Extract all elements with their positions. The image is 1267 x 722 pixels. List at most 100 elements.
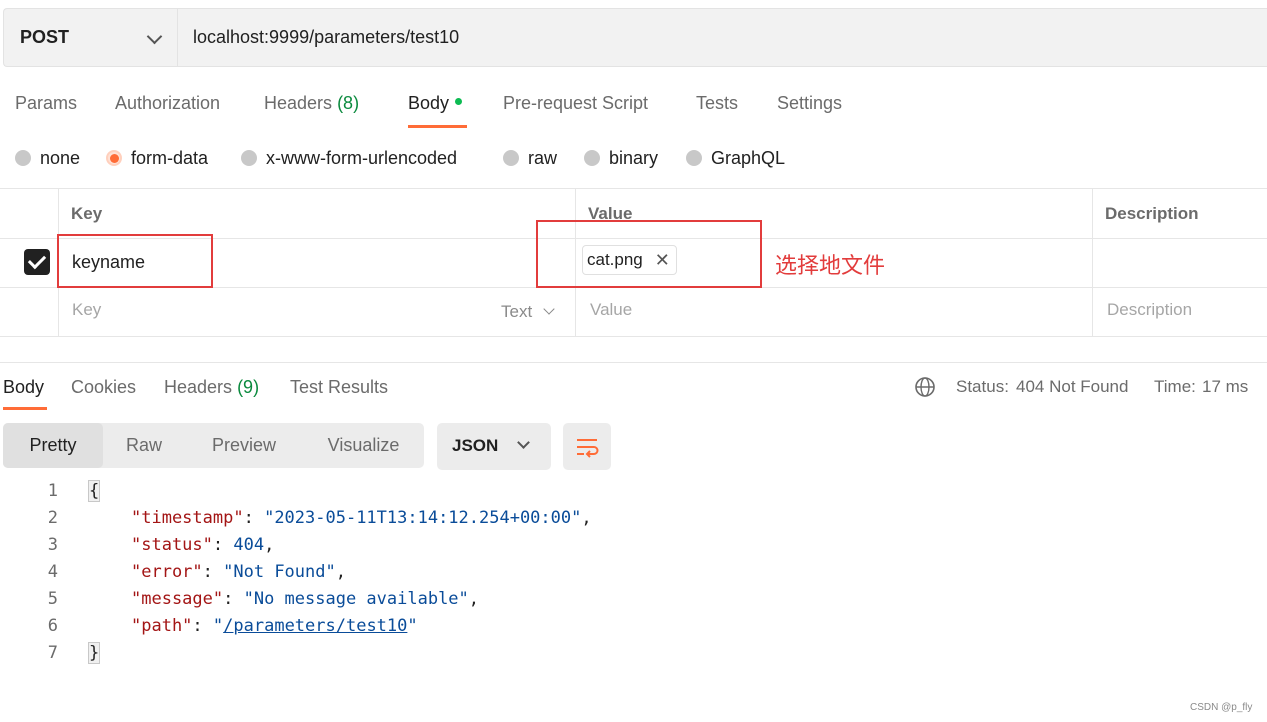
code-line: "timestamp": "2023-05-11T13:14:12.254+00… [131,508,592,528]
radio-circle [686,150,702,166]
radio-urlencoded[interactable]: x-www-form-urlencoded [241,148,457,168]
table-divider [1092,188,1093,336]
table-border-top [0,188,1267,189]
format-select[interactable]: JSON [437,423,551,470]
radio-circle [584,150,600,166]
request-url-bar: POST localhost:9999/parameters/test10 [3,8,1267,67]
table-border-bottom [0,336,1267,337]
chevron-down-icon [543,303,555,315]
radio-circle-selected [106,150,122,166]
radio-circle [241,150,257,166]
type-label: Text [501,302,533,321]
watermark: CSDN @p_fly [1190,702,1253,713]
view-mode-pretty[interactable]: Pretty [3,423,103,468]
json-key: "message" [131,589,224,609]
radio-label: raw [528,147,558,168]
json-string: "No message available" [243,589,469,609]
view-mode-visualize[interactable]: Visualize [303,423,424,468]
radio-raw[interactable]: raw [503,148,557,168]
tab-body-label: Body [408,93,450,113]
code-line: "message": "No message available", [131,589,480,609]
response-tab-headers[interactable]: Headers (9) [164,377,259,398]
line-number: 4 [47,562,58,582]
line-number: 1 [47,481,58,501]
radio-none[interactable]: none [15,148,80,168]
radio-graphql[interactable]: GraphQL [686,148,785,168]
column-header-description: Description [1105,204,1199,223]
body-modified-dot [455,97,463,105]
json-key: "path" [131,616,193,636]
line-number: 5 [47,589,58,609]
tab-body[interactable]: Body [408,93,463,114]
annotation-text: 选择地文件 [775,254,886,279]
radio-binary[interactable]: binary [584,148,658,168]
radio-label: GraphQL [711,147,786,168]
tab-params[interactable]: Params [15,93,77,114]
radio-label: binary [609,147,659,168]
view-mode-selector: Pretty Raw Preview Visualize [3,423,424,468]
tab-tests[interactable]: Tests [696,93,738,114]
code-line: "path": "/parameters/test10" [131,616,418,636]
response-tab-cookies[interactable]: Cookies [71,377,136,398]
response-tab-underline [3,407,47,410]
chevron-down-icon [517,436,530,449]
json-key: "error" [131,562,203,582]
tab-headers[interactable]: Headers (8) [264,93,359,114]
annotation-box-value [536,220,762,288]
view-mode-raw[interactable]: Raw [103,423,185,468]
chevron-down-icon [146,28,163,45]
radio-label: form-data [131,147,209,168]
line-number: 2 [47,508,58,528]
tab-headers-count: (8) [337,93,360,113]
method-label: POST [20,27,70,47]
response-tab-headers-count: (9) [237,377,260,397]
column-header-key: Key [71,204,103,223]
globe-icon[interactable] [914,376,936,398]
open-brace: { [88,480,101,502]
response-tab-body[interactable]: Body [3,377,44,398]
status-label: Status: [956,377,1009,396]
radio-circle [503,150,519,166]
tab-settings[interactable]: Settings [777,93,842,114]
new-value-input[interactable]: Value [590,300,632,320]
json-string: "Not Found" [223,562,336,582]
code-line: "error": "Not Found", [131,562,346,582]
tab-body-underline [408,125,467,128]
wrap-lines-icon [577,439,599,458]
annotation-box-key [57,234,213,288]
line-number: 7 [47,643,58,663]
radio-label: none [40,147,81,168]
radio-form-data[interactable]: form-data [106,148,208,168]
tab-headers-label: Headers [264,93,333,113]
wrap-lines-button[interactable] [563,423,611,470]
response-divider [0,362,1267,363]
tab-prerequest-script[interactable]: Pre-request Script [503,93,648,114]
new-description-input[interactable]: Description [1107,300,1192,320]
time-value[interactable]: 17 ms [1202,377,1248,397]
tab-authorization[interactable]: Authorization [115,93,220,114]
url-input[interactable]: localhost:9999/parameters/test10 [193,27,459,48]
path-link[interactable]: /parameters/test10 [223,616,407,636]
view-mode-preview[interactable]: Preview [185,423,303,468]
type-select[interactable]: Text [501,302,532,322]
response-tab-headers-label: Headers [164,377,233,397]
response-tab-test-results[interactable]: Test Results [290,377,388,398]
format-label: JSON [452,436,499,455]
line-number: 6 [47,616,58,636]
radio-label: x-www-form-urlencoded [266,147,458,168]
response-code-viewer[interactable]: 1 2 3 4 5 6 7 { "timestamp": "2023-05-11… [0,478,700,678]
json-key: "status" [131,535,213,555]
json-string: "2023-05-11T13:14:12.254+00:00" [264,508,582,528]
code-line: "status": 404, [131,535,275,555]
method-select[interactable]: POST [4,9,178,66]
status-value[interactable]: 404 Not Found [1016,377,1128,397]
line-number: 3 [47,535,58,555]
new-key-input[interactable]: Key [72,300,101,320]
json-quote: " [407,616,418,636]
json-quote: " [212,616,224,636]
close-brace: } [88,642,101,664]
row-enabled-checkbox[interactable] [24,249,50,275]
json-key: "timestamp" [131,508,244,528]
json-number: 404 [233,535,265,555]
radio-circle [15,150,31,166]
